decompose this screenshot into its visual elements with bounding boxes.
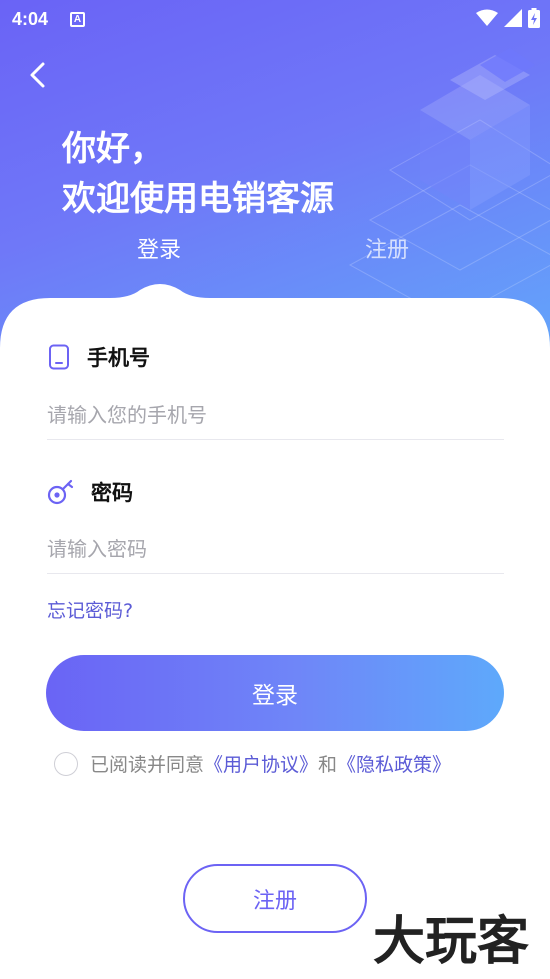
agreement-prefix: 已阅读并同意	[90, 754, 205, 776]
password-input[interactable]	[47, 524, 504, 574]
signal-icon	[504, 9, 522, 27]
greeting-line-1: 你好，	[62, 129, 164, 169]
tab-login[interactable]: 登录	[137, 232, 181, 264]
phone-icon	[49, 344, 69, 370]
agreement-conjunction: 和	[318, 754, 338, 776]
phone-label-text: 手机号	[87, 346, 150, 370]
password-label-text: 密码	[91, 481, 133, 505]
watermark-logo: 大玩客	[373, 912, 529, 971]
login-button[interactable]: 登录	[46, 655, 504, 731]
greeting-line-2: 欢迎使用电销客源	[62, 179, 334, 219]
greeting-heading: 你好， 欢迎使用电销客源	[62, 124, 334, 224]
notification-a-icon: A	[70, 11, 86, 27]
tab-bar: 登录 注册	[0, 232, 550, 272]
password-label: 密码	[47, 477, 133, 507]
status-time: 4:04	[12, 8, 49, 29]
phone-input[interactable]	[47, 390, 504, 440]
agreement-checkbox[interactable]	[54, 751, 78, 776]
agreement-row: 已阅读并同意 《用户协议》 和 《隐私政策》	[54, 750, 451, 777]
tab-register[interactable]: 注册	[365, 232, 409, 264]
wifi-icon	[476, 9, 498, 26]
privacy-policy-link[interactable]: 《隐私政策》	[337, 750, 451, 777]
watermark-text: 大玩客	[373, 912, 529, 971]
register-button[interactable]: 注册	[183, 864, 367, 933]
back-button[interactable]	[24, 58, 54, 92]
chevron-left-icon	[30, 62, 45, 88]
status-bar: 4:04 A	[0, 0, 550, 38]
battery-icon	[528, 8, 540, 28]
forgot-password-link[interactable]: 忘记密码?	[47, 596, 133, 623]
user-agreement-link[interactable]: 《用户协议》	[204, 750, 318, 777]
phone-label: 手机号	[47, 342, 150, 372]
key-icon	[47, 479, 74, 505]
